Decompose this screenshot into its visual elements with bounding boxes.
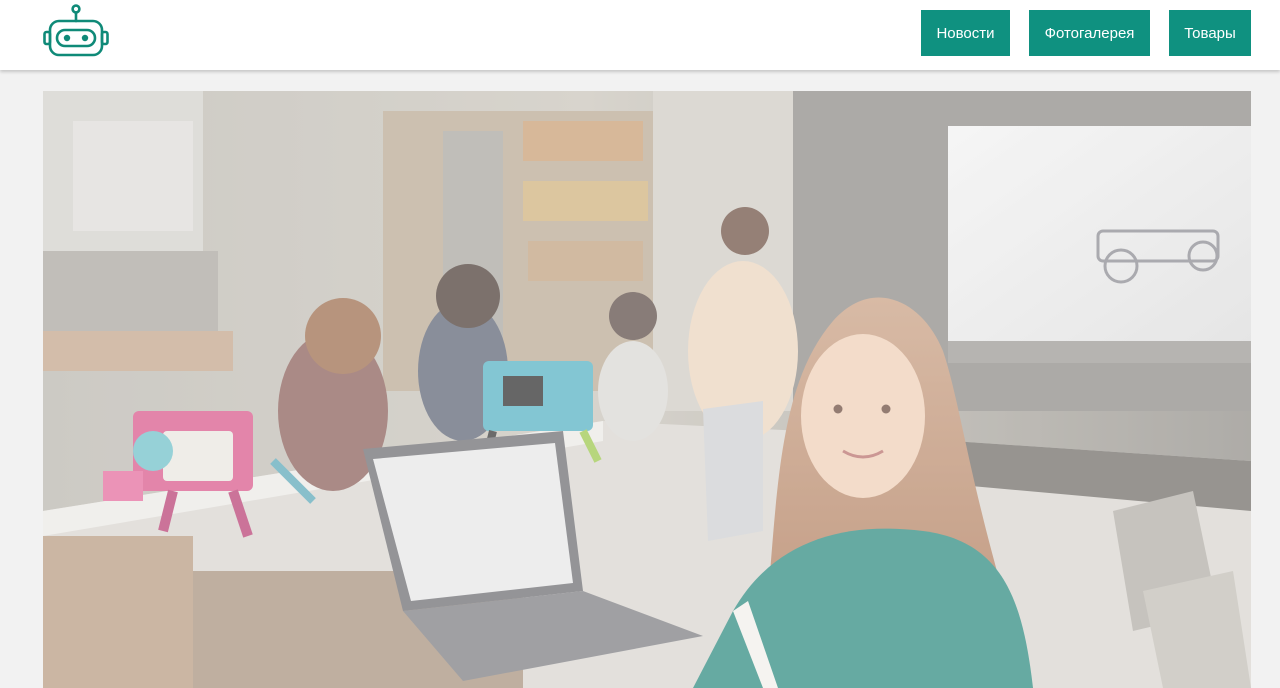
hero-image — [43, 91, 1251, 688]
site-header: Новости Фотогалерея Товары — [0, 0, 1280, 70]
nav-photogallery-button[interactable]: Фотогалерея — [1029, 10, 1150, 56]
hero-overlay — [43, 91, 1251, 688]
nav-news-button[interactable]: Новости — [921, 10, 1010, 56]
nav-products-button[interactable]: Товары — [1169, 10, 1251, 56]
main-nav: Новости Фотогалерея Товары — [921, 10, 1251, 56]
robot-logo-icon[interactable] — [42, 2, 110, 60]
